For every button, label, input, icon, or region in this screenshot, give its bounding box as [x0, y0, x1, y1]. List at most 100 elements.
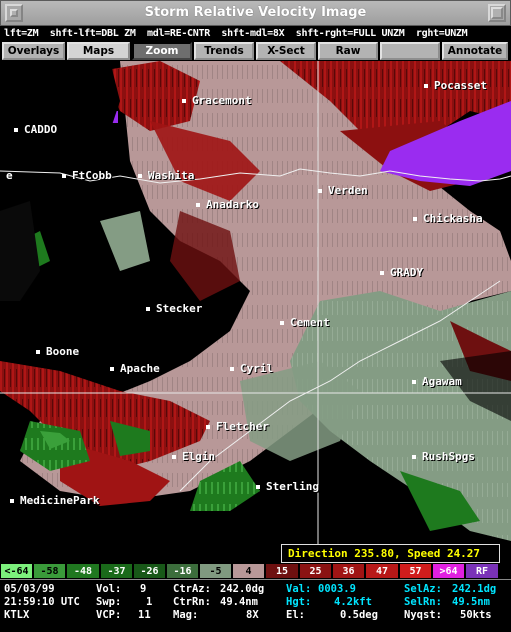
- val-label: Val:: [286, 583, 312, 595]
- ctraz-label: CtrAz:: [173, 583, 211, 595]
- city-marker-icon: [14, 128, 18, 132]
- city-label: Chickasha: [413, 213, 483, 225]
- el-value: 0.5deg: [340, 609, 378, 621]
- legend-swatch: RF: [465, 563, 499, 579]
- toolbar: Overlays Maps Zoom Trends X-Sect Raw Dat…: [0, 41, 511, 72]
- maps-button[interactable]: Maps: [67, 42, 130, 60]
- mag-label: Mag:: [173, 609, 199, 621]
- city-marker-icon: [146, 307, 150, 311]
- scan-date: 05/03/99: [4, 583, 55, 595]
- nyqst-value: 50kts: [460, 609, 492, 621]
- city-marker-icon: [230, 367, 234, 371]
- xsect-button[interactable]: X-Sect: [256, 42, 316, 60]
- city-label: Verden: [318, 185, 368, 197]
- trends-button[interactable]: Trends: [194, 42, 254, 60]
- legend-swatch: <-64: [0, 563, 33, 579]
- selaz-value: 242.1dg: [452, 583, 497, 595]
- mag-value: 8X: [246, 609, 259, 621]
- maximize-button[interactable]: [488, 4, 506, 22]
- selrn-label: SelRn:: [404, 596, 442, 608]
- hgt-value: 4.2kft: [334, 596, 372, 608]
- raw-data-button[interactable]: Raw Data: [318, 42, 378, 72]
- legend-swatch: 36: [332, 563, 365, 579]
- city-marker-icon: [138, 174, 142, 178]
- city-marker-icon: [318, 189, 322, 193]
- city-label: GRADY: [380, 267, 423, 279]
- ctraz-value: 242.0dg: [220, 583, 265, 595]
- city-marker-icon: [412, 455, 416, 459]
- window-titlebar: Storm Relative Velocity Image: [0, 0, 511, 26]
- city-label: Apache: [110, 363, 160, 375]
- legend-swatch: 15: [265, 563, 299, 579]
- city-marker-icon: [196, 203, 200, 207]
- city-marker-icon: [380, 271, 384, 275]
- legend-swatch: >64: [432, 563, 465, 579]
- city-label: Anadarko: [196, 199, 259, 211]
- swp-value: 1: [146, 596, 153, 608]
- window-title: Storm Relative Velocity Image: [144, 5, 367, 20]
- legend-swatch: -26: [133, 563, 166, 579]
- annotate-button[interactable]: Annotate: [442, 42, 508, 60]
- city-marker-icon: [36, 350, 40, 354]
- maximize-icon: [491, 7, 503, 19]
- vol-label: Vol:: [96, 583, 122, 595]
- city-label: Gracemont: [182, 95, 252, 107]
- city-marker-icon: [110, 367, 114, 371]
- blank-button[interactable]: [380, 42, 440, 60]
- status-panel: 05/03/99 21:59:10 UTC KTLX Vol: 9 Swp: 1…: [0, 579, 511, 632]
- color-legend: <-64 -58 -48 -37 -26 -16 -5 4 15 25 36 47 57 >64 RF: [0, 563, 511, 579]
- city-label: CADDO: [14, 124, 57, 136]
- city-label: Pocasset: [424, 80, 487, 92]
- vcp-value: 11: [138, 609, 151, 621]
- city-label: MedicinePark: [10, 495, 99, 507]
- city-label-partial: e: [6, 169, 13, 182]
- hgt-label: Hgt:: [286, 596, 312, 608]
- city-marker-icon: [182, 99, 186, 103]
- selrn-value: 49.5nm: [452, 596, 490, 608]
- legend-swatch: 4: [232, 563, 265, 579]
- legend-swatch: -48: [66, 563, 100, 579]
- city-label: Cyril: [230, 363, 273, 375]
- legend-swatch: 47: [365, 563, 399, 579]
- city-label: Fletcher: [206, 421, 269, 433]
- city-marker-icon: [256, 485, 260, 489]
- radar-image[interactable]: Gracemont Pocasset CADDO FtCobb Washita …: [0, 61, 511, 563]
- city-label: Stecker: [146, 303, 202, 315]
- scan-time: 21:59:10 UTC: [4, 596, 80, 608]
- legend-swatch: -16: [166, 563, 199, 579]
- legend-swatch: 25: [299, 563, 332, 579]
- swp-label: Swp:: [96, 596, 122, 608]
- mouse-hints: lft=ZM shft-lft=DBL ZM mdl=RE-CNTR shft-…: [0, 26, 511, 41]
- city-label: Agawam: [412, 376, 462, 388]
- zoom-button[interactable]: Zoom: [132, 42, 192, 60]
- city-label: RushSpgs: [412, 451, 475, 463]
- city-marker-icon: [206, 425, 210, 429]
- nyqst-label: Nyqst:: [404, 609, 442, 621]
- ctrrn-label: CtrRn:: [173, 596, 211, 608]
- legend-swatch: 57: [399, 563, 432, 579]
- vol-value: 9: [140, 583, 147, 595]
- legend-swatch: -58: [33, 563, 66, 579]
- city-label: FtCobb: [62, 170, 112, 182]
- city-marker-icon: [413, 217, 417, 221]
- val-value: 0003.9: [318, 583, 356, 595]
- city-marker-icon: [424, 84, 428, 88]
- city-label: Cement: [280, 317, 330, 329]
- el-label: El:: [286, 609, 305, 621]
- legend-swatch: -5: [199, 563, 232, 579]
- legend-swatch: -37: [100, 563, 133, 579]
- ctrrn-value: 49.4nm: [220, 596, 258, 608]
- city-label: Boone: [36, 346, 79, 358]
- city-marker-icon: [412, 380, 416, 384]
- selaz-label: SelAz:: [404, 583, 442, 595]
- city-label: Sterling: [256, 481, 319, 493]
- vcp-label: VCP:: [96, 609, 122, 621]
- city-marker-icon: [62, 174, 66, 178]
- overlays-button[interactable]: Overlays: [2, 42, 65, 60]
- radar-id: KTLX: [4, 609, 30, 621]
- city-label: Washita: [138, 170, 194, 182]
- city-marker-icon: [280, 321, 284, 325]
- city-label: Elgin: [172, 451, 215, 463]
- city-marker-icon: [10, 499, 14, 503]
- city-marker-icon: [172, 455, 176, 459]
